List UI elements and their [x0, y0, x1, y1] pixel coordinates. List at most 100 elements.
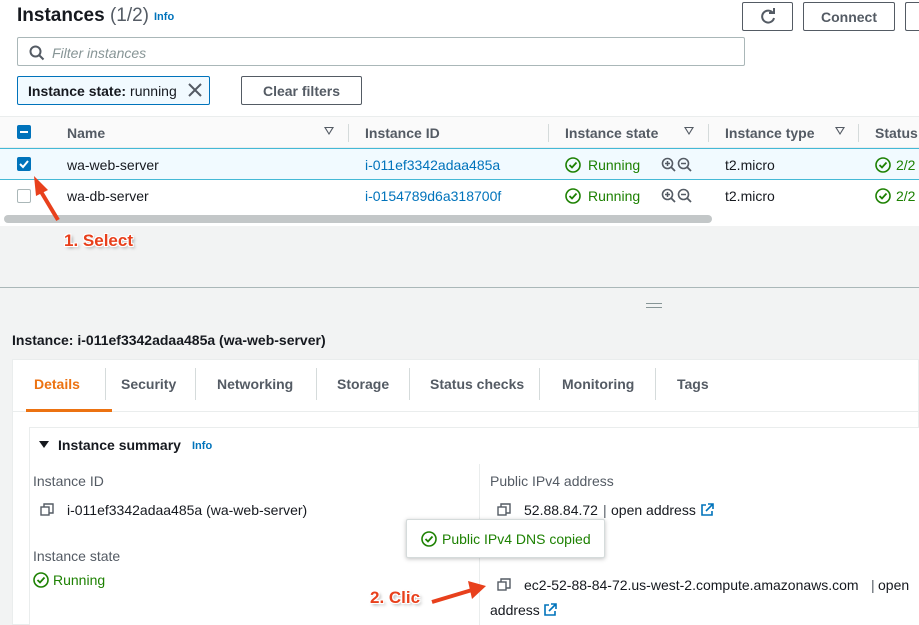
info-link[interactable]: Info — [154, 11, 174, 23]
filter-token-key: Instance state: — [28, 82, 127, 99]
check-circle-icon — [565, 188, 581, 204]
page-title: Instances (1/2) — [17, 5, 149, 27]
copy-icon[interactable] — [40, 503, 54, 517]
check-circle-icon — [421, 530, 437, 547]
refresh-button[interactable] — [742, 2, 793, 31]
separator: | — [871, 577, 875, 593]
indeterminate-icon — [20, 131, 28, 133]
tab-divider — [409, 368, 410, 400]
instance-state: Running — [588, 188, 641, 204]
clear-filters-button[interactable]: Clear filters — [241, 76, 362, 105]
filter-token: Instance state: running — [17, 76, 210, 105]
tab-divider — [655, 368, 656, 400]
column-divider — [708, 124, 709, 142]
tab-storage[interactable]: Storage — [337, 376, 389, 392]
column-divider — [348, 124, 349, 142]
instance-type: t2.micro — [725, 188, 775, 204]
external-link-icon[interactable] — [543, 603, 557, 617]
resize-handle-icon[interactable] — [646, 303, 662, 308]
zoom-in-icon[interactable] — [661, 157, 677, 173]
column-header-name[interactable]: Name — [67, 125, 105, 141]
public-ipv4-value: 52.88.84.72 — [524, 502, 598, 518]
search-input[interactable]: Filter instances — [17, 37, 745, 66]
summary-heading[interactable]: Instance summary — [58, 437, 181, 453]
instance-id-link[interactable]: i-0154789d6a318700f — [365, 188, 501, 204]
details-tabs: Details Security Networking Storage Stat… — [12, 359, 919, 412]
info-link[interactable]: Info — [192, 440, 212, 452]
external-link-icon[interactable] — [700, 503, 714, 517]
column-header-instance-id[interactable]: Instance ID — [365, 125, 440, 141]
sort-icon[interactable] — [835, 127, 845, 135]
connect-button[interactable]: Connect — [803, 2, 895, 31]
column-divider — [548, 124, 549, 142]
instance-state-value: Running — [53, 572, 106, 588]
tab-monitoring[interactable]: Monitoring — [562, 376, 634, 392]
close-icon[interactable] — [187, 82, 203, 98]
zoom-out-icon[interactable] — [677, 188, 693, 204]
tab-divider — [105, 368, 106, 400]
copied-toast: Public IPv4 DNS copied — [406, 519, 605, 558]
open-address-link[interactable]: address — [490, 602, 540, 618]
filter-token-value: running — [130, 82, 177, 99]
table-header: Name Instance ID Instance state Instance… — [0, 116, 919, 148]
search-placeholder: Filter instances — [52, 45, 147, 61]
selected-count: (1/2) — [109, 5, 150, 26]
instance-id-link[interactable]: i-011ef3342adaa485a — [365, 157, 500, 173]
annotation-select: 1. Select — [64, 231, 133, 250]
active-tab-indicator — [26, 409, 112, 412]
tab-security[interactable]: Security — [121, 376, 176, 392]
check-circle-icon — [875, 157, 891, 173]
checkmark-icon — [19, 160, 29, 169]
open-address-link[interactable]: open address — [611, 502, 696, 518]
instance-name: wa-web-server — [67, 157, 159, 173]
check-circle-icon — [33, 572, 49, 588]
column-header-instance-state[interactable]: Instance state — [565, 125, 658, 141]
column-divider — [858, 124, 859, 142]
instances-panel: Instances (1/2) Info Connect Filter inst… — [0, 0, 919, 226]
status-checks: 2/2 — [896, 157, 916, 173]
sort-icon[interactable] — [684, 127, 694, 135]
horizontal-scrollbar[interactable] — [4, 215, 712, 223]
instance-id-label: Instance ID — [33, 473, 104, 489]
table-row[interactable]: wa-web-server i-011ef3342adaa485a Runnin… — [0, 148, 919, 180]
check-circle-icon — [565, 157, 581, 173]
toast-message: Public IPv4 DNS copied — [442, 530, 591, 547]
instance-state-label: Instance state — [33, 548, 121, 564]
status-checks: 2/2 — [896, 188, 916, 204]
column-header-status[interactable]: Status — [875, 125, 918, 141]
select-all-checkbox[interactable] — [17, 125, 31, 139]
instance-id-value: i-011ef3342adaa485a (wa-web-server) — [67, 502, 308, 518]
open-address-link[interactable]: open — [878, 577, 909, 593]
separator: | — [603, 502, 607, 518]
row-checkbox[interactable] — [17, 157, 31, 171]
check-circle-icon — [875, 188, 891, 204]
arrow-annotation-icon — [34, 176, 60, 222]
page-title-text: Instances — [17, 5, 105, 26]
table-row[interactable]: wa-db-server i-0154789d6a318700f Running… — [0, 180, 919, 212]
summary-heading-text: Instance summary — [58, 437, 181, 453]
search-icon — [29, 45, 45, 61]
tab-details[interactable]: Details — [34, 376, 80, 392]
public-ipv4-label: Public IPv4 address — [490, 473, 614, 489]
copy-icon[interactable] — [497, 503, 511, 517]
instance-type: t2.micro — [725, 157, 775, 173]
instance-state-menu-button[interactable] — [905, 2, 919, 31]
tab-networking[interactable]: Networking — [217, 376, 293, 392]
arrow-annotation-icon — [431, 581, 486, 604]
column-header-instance-type[interactable]: Instance type — [725, 125, 814, 141]
instance-state: Running — [588, 157, 641, 173]
tab-divider — [539, 368, 540, 400]
split-divider[interactable] — [0, 287, 919, 288]
sort-icon[interactable] — [324, 127, 334, 135]
caret-down-icon[interactable] — [39, 441, 49, 448]
tab-divider — [316, 368, 317, 400]
copy-icon[interactable] — [497, 578, 511, 592]
tab-divider — [195, 368, 196, 400]
zoom-out-icon[interactable] — [677, 157, 693, 173]
tab-status-checks[interactable]: Status checks — [430, 376, 524, 392]
annotation-click: 2. Clic — [370, 588, 421, 607]
tab-tags[interactable]: Tags — [677, 376, 709, 392]
refresh-icon — [760, 7, 775, 24]
public-dns-value: ec2-52-88-84-72.us-west-2.compute.amazon… — [524, 577, 859, 593]
zoom-in-icon[interactable] — [661, 188, 677, 204]
